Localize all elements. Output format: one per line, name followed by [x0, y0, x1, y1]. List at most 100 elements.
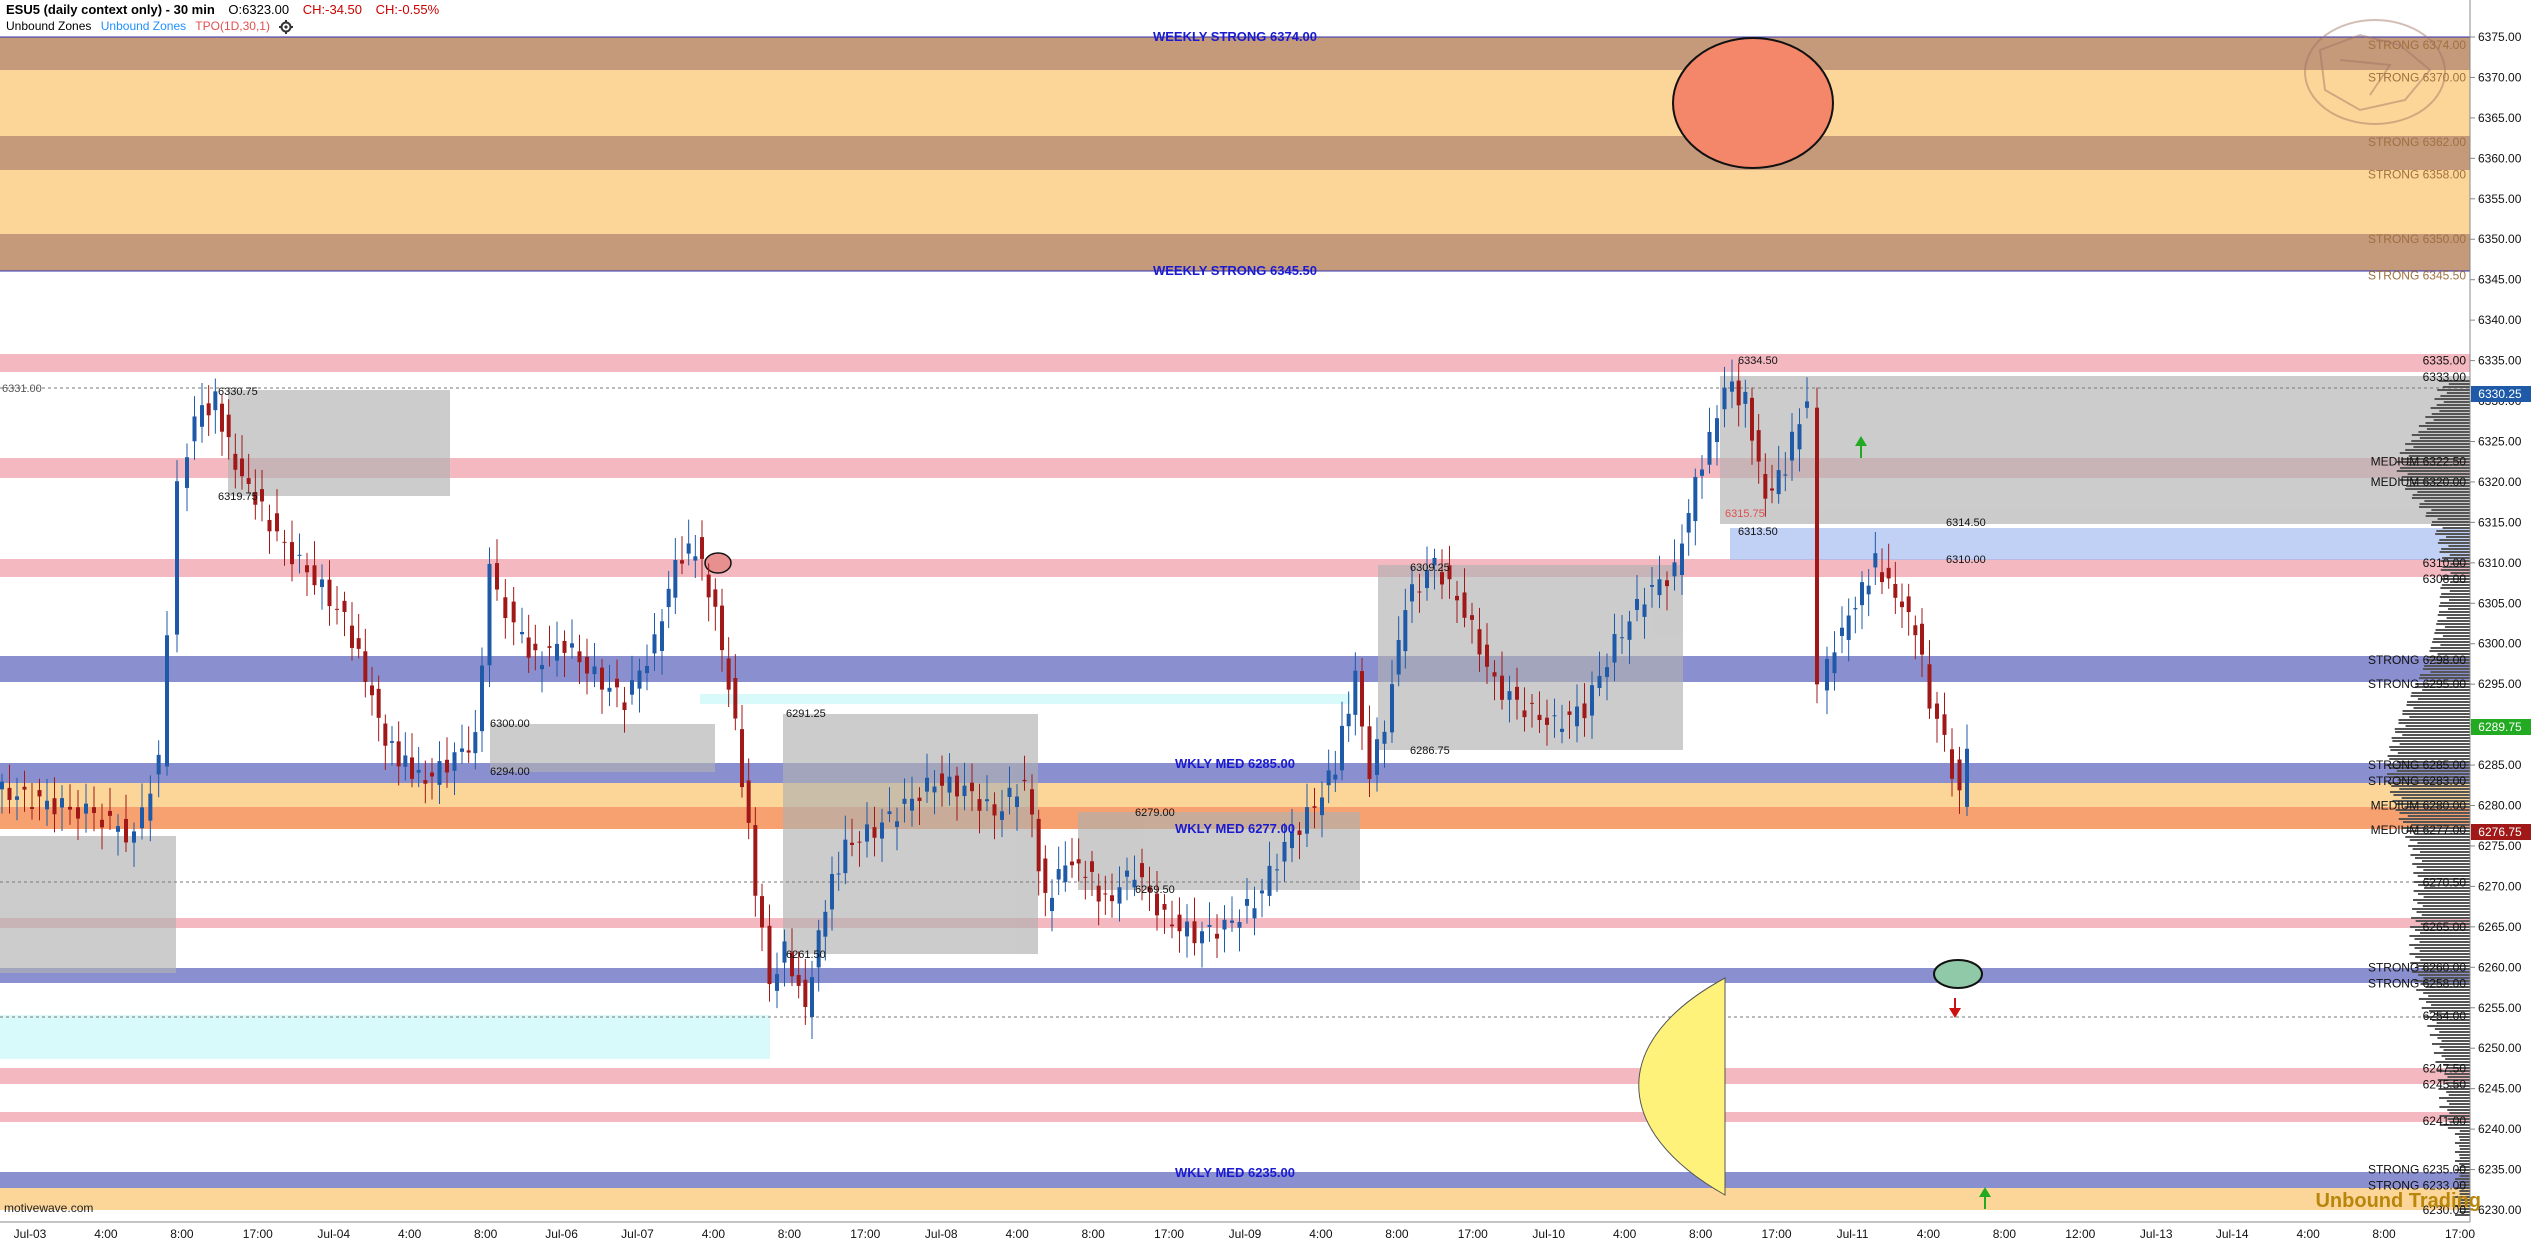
time-tick-label: 4:00 — [702, 1227, 726, 1241]
candle-body — [1056, 869, 1061, 880]
time-tick-label: 8:00 — [1385, 1227, 1409, 1241]
candle-body — [37, 790, 42, 797]
volume-profile-bar — [2398, 719, 2470, 721]
price-tick-label: 6360.00 — [2478, 151, 2522, 165]
volume-profile-bar — [2411, 440, 2470, 442]
candle-body — [1396, 640, 1401, 675]
weekly-strong-mid-label: WEEKLY STRONG 6345.50 — [1153, 263, 1317, 278]
right-zone-label: 6270.50 — [2423, 875, 2467, 889]
symbol-title[interactable]: ESU5 (daily context only) - 30 min — [6, 2, 215, 17]
candle-body — [880, 822, 884, 839]
candle-body — [810, 977, 814, 1017]
volume-profile-bar — [2417, 842, 2470, 844]
volume-profile-bar — [2445, 1058, 2470, 1060]
volume-profile-bar — [2449, 1103, 2470, 1105]
candle-body — [645, 665, 649, 674]
volume-profile-bar — [2431, 521, 2470, 523]
price-tick-label: 6320.00 — [2478, 475, 2522, 489]
wkly-med-6235-label: WKLY MED 6235.00 — [1175, 1165, 1295, 1180]
volume-profile-bar — [2431, 413, 2470, 415]
candle-body — [955, 775, 959, 797]
time-tick-label: Jul-10 — [1532, 1227, 1565, 1241]
candle-body — [1500, 675, 1504, 700]
volume-profile-bar — [2438, 1097, 2470, 1099]
candle-body — [30, 807, 34, 809]
candle-body — [1353, 670, 1358, 715]
volume-profile-bar — [2437, 1037, 2470, 1039]
candle-body — [803, 979, 808, 1007]
candle-body — [1096, 885, 1101, 902]
volume-profile-bar — [2443, 1049, 2470, 1051]
volume-profile-bar — [2441, 548, 2470, 550]
annotation-label: 6331.00 — [2, 383, 42, 395]
candle-body — [1665, 580, 1669, 587]
right-zone-label: STRONG 6345.50 — [2368, 269, 2466, 283]
candle-body — [850, 842, 854, 845]
volume-profile-bar — [2398, 818, 2470, 820]
volume-profile-bar — [2430, 407, 2470, 409]
candle-body — [1965, 748, 1969, 807]
candle-body — [1707, 431, 1712, 465]
candle-body — [740, 729, 744, 788]
candle-body — [1252, 908, 1257, 919]
candle-body — [673, 559, 678, 598]
candle-body — [370, 685, 374, 696]
candle-body — [132, 831, 136, 843]
time-tick-label: Jul-08 — [925, 1227, 958, 1241]
volume-profile-bar — [2426, 512, 2470, 514]
candle-body — [1237, 922, 1242, 928]
candle-body — [706, 574, 711, 598]
volume-profile-bar — [2389, 746, 2470, 748]
candle-body — [1070, 861, 1074, 866]
indicator-tpo[interactable]: TPO(1D,30,1) — [195, 19, 270, 33]
volume-profile-bar — [2434, 398, 2470, 400]
volume-profile-bar — [2440, 587, 2470, 589]
candle-body — [1906, 596, 1911, 613]
price-tick-label: 6300.00 — [2478, 637, 2522, 651]
volume-profile-bar — [2410, 854, 2470, 856]
price-tick-label: 6235.00 — [2478, 1163, 2522, 1177]
price-tick-label: 6370.00 — [2478, 70, 2522, 84]
price-chart[interactable]: WEEKLY STRONG 6374.00 WEEKLY STRONG 6345… — [0, 0, 2531, 1243]
gear-icon[interactable] — [279, 19, 294, 34]
indicator-unbound-zones-1[interactable]: Unbound Zones — [6, 19, 91, 33]
watermark: motivewave.com — [4, 1201, 94, 1215]
volume-profile-bar — [2413, 707, 2470, 709]
candle-body — [376, 688, 381, 718]
volume-profile-bar — [2437, 518, 2470, 520]
candle-body — [1873, 553, 1878, 568]
candle-body — [503, 597, 508, 619]
candle-body — [140, 807, 144, 829]
indicator-unbound-zones-2[interactable]: Unbound Zones — [101, 19, 186, 33]
candle-body — [480, 665, 484, 732]
candle-body — [947, 776, 952, 793]
candle-body — [1477, 629, 1482, 655]
volume-profile-bar — [2446, 1100, 2470, 1102]
volume-profile-bar — [2425, 515, 2470, 517]
candle-body — [312, 565, 317, 586]
price-tick-label: 6260.00 — [2478, 960, 2522, 974]
volume-profile-bar — [2434, 632, 2470, 634]
price-tick-label: 6310.00 — [2478, 556, 2522, 570]
candle-body — [185, 457, 189, 488]
wkly-med-6277-label: WKLY MED 6277.00 — [1175, 821, 1295, 836]
price-tick-label: 6350.00 — [2478, 232, 2522, 246]
volume-profile-bar — [2447, 608, 2470, 610]
candle-body — [917, 797, 922, 801]
volume-profile-bar — [2416, 911, 2470, 913]
time-tick-label: Jul-03 — [14, 1227, 47, 1241]
time-tick-label: Jul-06 — [545, 1227, 578, 1241]
right-zone-label: STRONG 6258.00 — [2368, 976, 2466, 990]
volume-profile-bar — [2427, 1025, 2470, 1027]
volume-profile-bar — [2405, 449, 2470, 451]
price-tick-label: 6355.00 — [2478, 192, 2522, 206]
volume-profile-bar — [2424, 500, 2470, 502]
candle-body — [1657, 579, 1662, 596]
time-tick-label: 8:00 — [1081, 1227, 1105, 1241]
candle-body — [720, 605, 724, 651]
volume-profile-bar — [2409, 935, 2470, 937]
candle-body — [1715, 418, 1719, 442]
time-tick-label: 4:00 — [1917, 1227, 1941, 1241]
candle-body — [511, 601, 516, 623]
right-zone-label: STRONG 6283.00 — [2368, 774, 2466, 788]
